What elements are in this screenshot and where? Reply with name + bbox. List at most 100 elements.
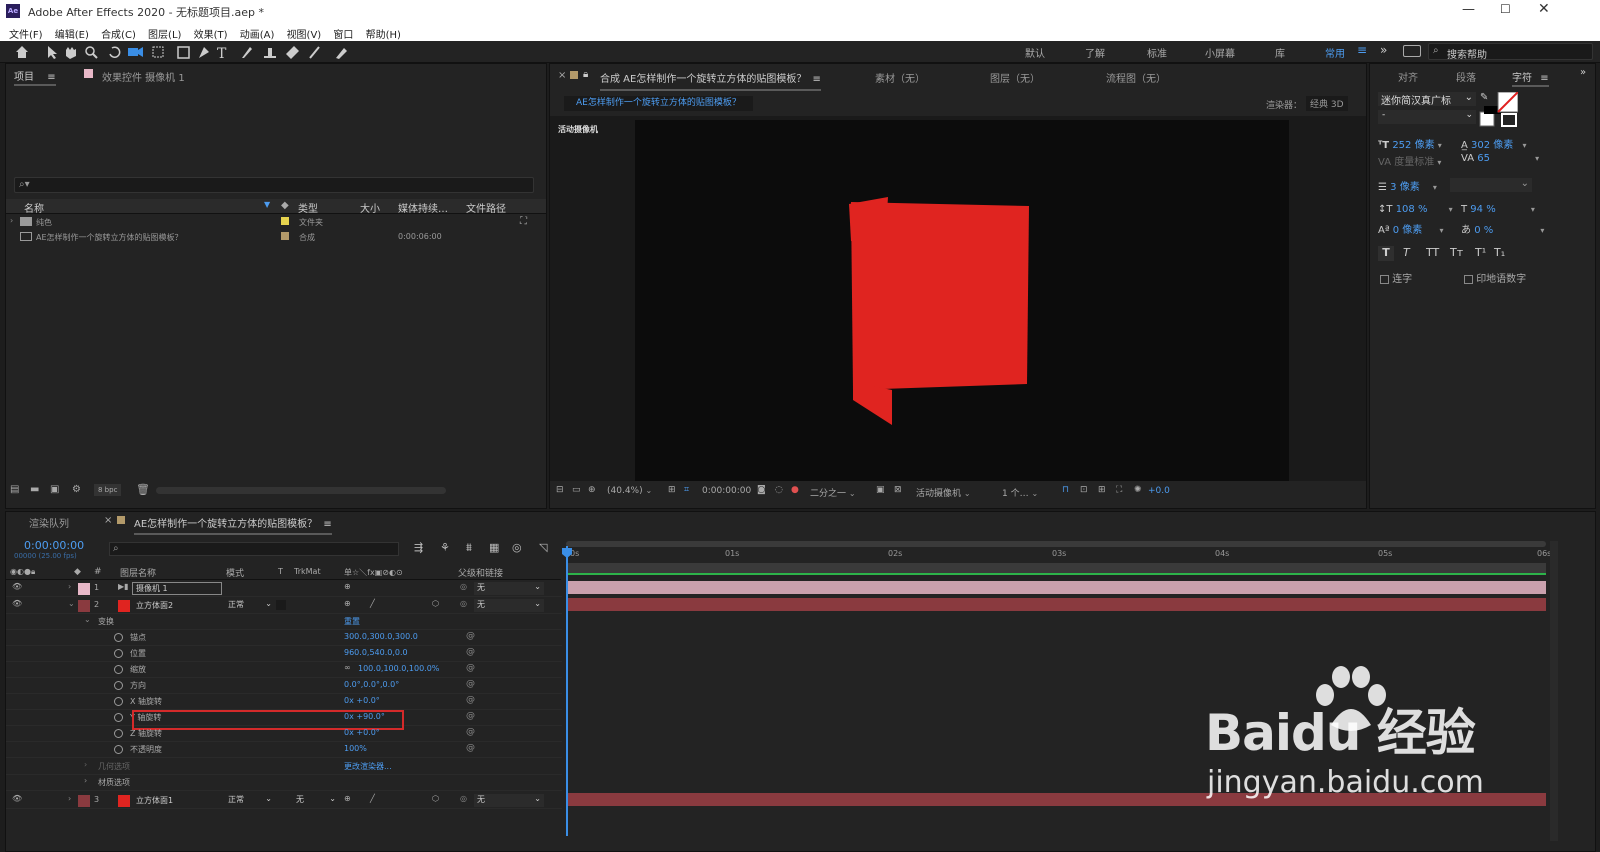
constrain-proportions-icon[interactable]: ∞ [344,663,351,672]
tool-icons[interactable]: T [14,44,374,60]
layer-label-swatch[interactable] [78,795,90,807]
mask-visibility-icon[interactable]: ⌗ [684,485,689,495]
layer-row-camera[interactable]: 👁︎ › 1 ▶▮ 摄像机 1 ⊕ ◎ 无 ⌄ [6,581,566,597]
property-value[interactable]: 100.0,100.0,100.0% [358,664,439,673]
expression-pick-whip-icon[interactable]: @ [466,695,475,705]
graph-editor-icon[interactable]: ◹ [539,541,547,554]
blend-mode-dropdown[interactable]: 正常 ⌄ [228,794,272,807]
timeline-search-input[interactable]: ⌕ [109,542,399,556]
horizontal-scale-control[interactable]: T 94 % ▾ [1461,204,1535,215]
track-matte-dropdown[interactable]: 无 ⌄ [296,794,336,807]
faux-italic-button[interactable]: T [1403,246,1410,259]
shy-switch-icon[interactable]: ⊕ [344,599,351,608]
preserve-transparency-checkbox[interactable] [276,600,286,610]
stopwatch-icon[interactable] [114,729,123,738]
time-ruler[interactable]: 0s 01s 02s 03s 04s 05s 06s [562,548,1552,562]
expand-arrow-icon[interactable]: › [10,216,13,225]
more-workspaces-icon[interactable]: » [1380,43,1387,57]
property-row-anchor[interactable]: 锚点 300.0,300.0,300.0 @ [6,630,566,646]
tab-composition[interactable]: 合成 AE怎样制作一个旋转立方体的贴图模板？ ≡ [600,70,821,91]
eye-icon[interactable]: 👁︎ [12,599,22,608]
draft-3d-icon[interactable]: ⚘ [440,541,450,554]
quality-switch-icon[interactable]: ╱ [370,599,375,608]
menu-file[interactable]: 文件(F) [9,30,43,41]
menu-window[interactable]: 窗口 [333,30,353,41]
tab-timeline-comp[interactable]: AE怎样制作一个旋转立方体的贴图模板？ ≡ [134,515,332,535]
collapse-arrow-icon[interactable]: ⌄ [84,615,91,624]
timeline-icon[interactable]: ⊞ [1098,485,1106,495]
workspace-small-screen[interactable]: 小屏幕 [1205,45,1235,60]
faux-bold-button[interactable]: T [1378,246,1394,261]
property-row-orientation[interactable]: 方向 0.0°,0.0°,0.0° @ [6,678,566,694]
baseline-shift-control[interactable]: Aª 0 像素 ▾ [1378,221,1444,236]
project-scrollbar[interactable] [156,487,446,494]
leading-control[interactable]: A̲ 302 像素 ▾ [1461,136,1527,151]
shy-layers-icon[interactable]: ⩩ [466,541,472,555]
expression-pick-whip-icon[interactable]: @ [466,663,475,673]
expand-arrow-icon[interactable]: › [84,776,87,785]
ligature-checkbox[interactable]: 连字 [1380,270,1412,285]
work-area-bar[interactable] [566,541,1546,547]
help-search-box[interactable]: ⌕ 搜索帮助 [1428,43,1593,61]
property-value[interactable]: 100% [344,744,367,753]
tsume-control[interactable]: あ 0 % ▾ [1461,221,1544,236]
change-renderer-link[interactable]: 更改渲染器... [344,761,392,772]
property-value[interactable]: 960.0,540.0,0.0 [344,648,408,657]
property-row-x-rotation[interactable]: X 轴旋转 0x +0.0° @ [6,694,566,710]
menu-view[interactable]: 视图(V) [287,30,322,41]
layer-row-face2[interactable]: 👁︎ ⌄ 2 立方体面2 正常 ⌄ ⊕ ╱ ⬡ ◎ 无 ⌄ [6,598,566,614]
flowchart-icon[interactable]: ⛶ [520,216,527,227]
parent-dropdown[interactable]: 无 ⌄ [474,794,544,807]
trash-icon[interactable]: 🗑 [136,483,150,496]
vertical-scale-control[interactable]: ↕T 108 % ▾ [1378,204,1453,215]
superscript-button[interactable]: T¹ [1475,246,1486,259]
transform-group-row[interactable]: ⌄ 变换 重置 [6,614,566,630]
close-button[interactable]: ✕ [1538,1,1550,17]
stopwatch-icon[interactable] [114,681,123,690]
stroke-width-control[interactable]: ☰ 3 像素 ▾ [1378,178,1437,193]
col-track-matte[interactable]: TrkMat [294,567,321,576]
tab-paragraph[interactable]: 段落 [1456,69,1476,84]
region-of-interest-icon[interactable]: ▣ [876,485,885,495]
renderer-button[interactable]: 经典 3D [1306,96,1348,111]
view-layout-dropdown[interactable]: 1 个… ⌄ [1002,486,1038,499]
bit-depth-button[interactable]: 8 bpc [94,484,122,496]
property-row-scale[interactable]: 缩放 ∞ 100.0,100.0,100.0% @ [6,662,566,678]
col-name[interactable]: 名称 [24,200,44,215]
tab-project[interactable]: 项目 ≡ [14,68,56,86]
property-value[interactable]: 300.0,300.0,300.0 [344,632,418,641]
layer-label-swatch[interactable] [78,600,90,612]
expression-pick-whip-icon[interactable]: @ [466,743,475,753]
label-icon[interactable]: ◆ [281,200,289,211]
monitor-icon[interactable]: ▭ [572,485,581,495]
menu-layer[interactable]: 图层(L) [148,30,181,41]
camera-view-dropdown[interactable]: 活动摄像机 ⌄ [916,486,971,499]
shy-switch-icon[interactable]: ⊕ [344,794,351,803]
project-settings-icon[interactable]: ⚙ [72,484,81,495]
workspace-standard[interactable]: 标准 [1147,45,1167,60]
project-item-folder[interactable]: › 纯色 文件夹 [6,215,526,229]
property-row-position[interactable]: 位置 960.0,540.0,0.0 @ [6,646,566,662]
col-size[interactable]: 大小 [360,200,380,215]
font-family-dropdown[interactable]: 迷你简汉真广标 ⌄ [1378,92,1476,107]
tab-flowchart[interactable]: 流程图（无） [1106,70,1166,85]
vr-icon[interactable]: ⊕ [588,485,596,495]
expression-pick-whip-icon[interactable]: @ [466,647,475,657]
workspace-libraries[interactable]: 库 [1275,45,1285,60]
quality-switch-icon[interactable]: ╱ [370,794,375,803]
lock-icon[interactable]: 🔒︎ [583,69,588,80]
stopwatch-icon[interactable] [114,649,123,658]
menu-animation[interactable]: 动画(A) [240,30,275,41]
geometry-options-row[interactable]: › 几何选项 更改渲染器... [6,759,566,775]
snapshot-icon[interactable]: ◙ [757,485,766,495]
layer-bar-face2[interactable] [566,598,1546,611]
motion-blur-icon[interactable]: ◎ [512,541,522,554]
workspace-common[interactable]: 常用 [1325,45,1345,60]
color-swatches[interactable] [1478,92,1518,128]
material-options-row[interactable]: › 材质选项 [6,775,566,791]
col-layer-name[interactable]: 图层名称 [120,566,156,579]
shy-switch-icon[interactable]: ⊕ [344,582,351,591]
workspace-learn[interactable]: 了解 [1085,45,1105,60]
interpret-footage-icon[interactable]: ▤ [10,484,19,495]
col-mode[interactable]: 模式 [226,566,244,579]
